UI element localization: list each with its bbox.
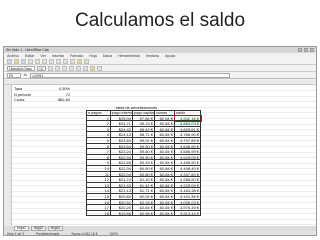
menu-item[interactable]: Insertar	[52, 54, 64, 58]
new-doc-icon[interactable]	[7, 58, 12, 64]
param-value[interactable]: 0,50%	[44, 86, 70, 91]
status-zoom[interactable]: 100%	[109, 232, 117, 235]
standard-toolbar	[4, 58, 316, 65]
menu-item[interactable]: Archivo	[7, 54, 19, 58]
table-cell[interactable]: 82,84 €	[155, 210, 175, 217]
param-value[interactable]: $82,84	[44, 97, 70, 102]
status-bar: Hoja 1 de 3 Predeterminado Suma=4.942,16…	[4, 231, 316, 236]
table-cell[interactable]: 18	[87, 210, 111, 217]
calc-window: Sin título 1 - LibreOffice Calc Archivo E…	[3, 46, 317, 236]
align-right-icon[interactable]	[83, 65, 88, 71]
amortization-table: n pagos pago interes pago capital cuotas sal…	[86, 110, 202, 217]
param-value[interactable]: 72	[44, 92, 70, 97]
export-pdf-icon[interactable]	[35, 58, 40, 64]
print-icon[interactable]	[28, 58, 33, 64]
menu-item[interactable]: Formato	[70, 54, 83, 58]
chart-icon[interactable]	[84, 58, 89, 64]
align-center-icon[interactable]	[76, 65, 81, 71]
param-label: Cuota	[14, 97, 25, 103]
spreadsheet-grid[interactable]: Tasa 0,50% N periodo 72 Cuota $82,84 tabla de…	[4, 80, 316, 226]
redo-icon[interactable]	[70, 58, 75, 64]
param-label: Tasa	[14, 86, 23, 91]
table-cell[interactable]: 62,96 €	[133, 210, 155, 217]
close-icon[interactable]	[310, 48, 314, 52]
gridline	[12, 106, 316, 108]
currency-format-icon[interactable]	[90, 65, 95, 71]
copy-icon[interactable]	[49, 58, 54, 64]
column-headers	[4, 80, 316, 85]
menu-item[interactable]: Hoja	[89, 54, 96, 58]
status-sheet: Hoja 1 de 3	[7, 232, 24, 236]
cut-icon[interactable]	[42, 58, 47, 64]
gridline	[12, 218, 316, 220]
table-row: 18 $19,88 62,96 €82,84 €3.913,43 €	[87, 210, 201, 217]
percent-format-icon[interactable]	[97, 65, 102, 71]
undo-icon[interactable]	[63, 58, 68, 64]
open-folder-icon[interactable]	[14, 58, 19, 64]
row-headers	[4, 85, 12, 226]
menu-item[interactable]: Editar	[25, 54, 34, 58]
menu-item[interactable]: Ventana	[146, 54, 159, 58]
font-name-select[interactable]: Liberation Sans	[7, 65, 35, 71]
minimize-icon[interactable]	[298, 48, 302, 52]
bold-icon[interactable]	[48, 65, 53, 71]
font-size-select[interactable]: 10	[37, 65, 46, 71]
param-label: N periodo	[14, 91, 31, 97]
menu-item[interactable]: Ayuda	[165, 54, 175, 58]
status-sum: Suma=4.942,16 €	[71, 232, 98, 236]
name-box[interactable]: F6	[7, 72, 21, 78]
maximize-icon[interactable]	[304, 48, 308, 52]
underline-icon[interactable]	[62, 65, 67, 71]
paste-icon[interactable]	[56, 58, 61, 64]
italic-icon[interactable]	[55, 65, 60, 71]
menu-item[interactable]: Ver	[40, 54, 45, 58]
slide-title: Calculamos el saldo	[74, 10, 246, 31]
window-title: Sin título 1 - LibreOffice Calc	[6, 48, 50, 52]
status-style: Predeterminado	[35, 232, 60, 236]
menu-item[interactable]: Datos	[103, 54, 112, 58]
save-icon[interactable]	[21, 58, 26, 64]
sort-icon[interactable]	[77, 58, 82, 64]
format-toolbar: Liberation Sans 10	[4, 65, 316, 72]
table-cell[interactable]: $19,88	[111, 210, 133, 217]
function-wizard-icon[interactable]: fx	[24, 73, 27, 77]
menu-item[interactable]: Herramientas	[118, 54, 140, 58]
saldo-cell[interactable]: 3.913,43 €	[175, 210, 201, 217]
window-controls	[298, 48, 316, 52]
formula-input[interactable]: =C6*B1	[29, 72, 230, 78]
formula-bar: F6 fx =C6*B1	[4, 72, 316, 79]
align-left-icon[interactable]	[69, 65, 74, 71]
